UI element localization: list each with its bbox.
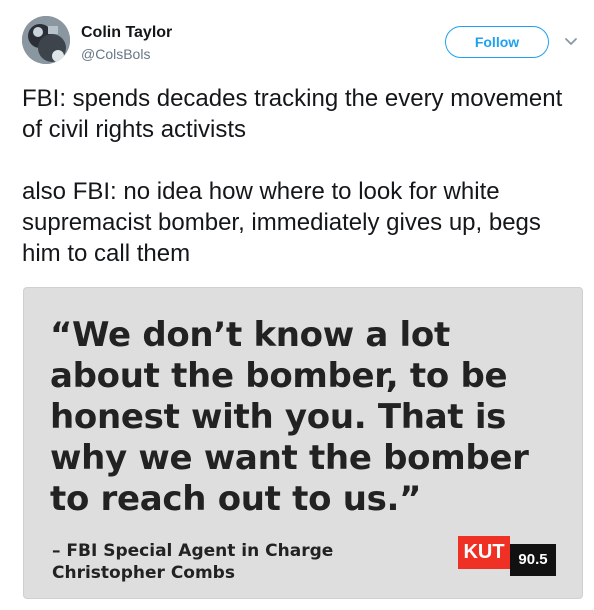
kut-logo-station: KUT	[458, 536, 510, 569]
card-quote: “We don’t know a lot about the bomber, t…	[50, 315, 529, 519]
attribution-title: – FBI Special Agent in Charge	[52, 541, 334, 561]
kut-logo: KUT 90.5	[458, 536, 556, 576]
tweet-paragraph: also FBI: no idea how where to look for …	[22, 178, 541, 267]
tweet-text: FBI: spends decades tracking the every m…	[22, 83, 572, 269]
follow-button[interactable]: Follow	[445, 26, 549, 58]
author-handle[interactable]: @ColsBols	[81, 45, 150, 63]
tweet-media-card[interactable]: “We don’t know a lot about the bomber, t…	[23, 287, 583, 599]
author-name[interactable]: Colin Taylor	[81, 23, 172, 43]
card-attribution: – FBI Special Agent in Charge Christophe…	[52, 540, 333, 584]
avatar[interactable]	[22, 16, 70, 64]
attribution-name: Christopher Combs	[52, 563, 235, 583]
chevron-down-icon[interactable]	[563, 35, 579, 49]
kut-logo-frequency: 90.5	[510, 544, 556, 576]
profile-photo	[22, 16, 70, 64]
tweet-paragraph: FBI: spends decades tracking the every m…	[22, 85, 563, 143]
